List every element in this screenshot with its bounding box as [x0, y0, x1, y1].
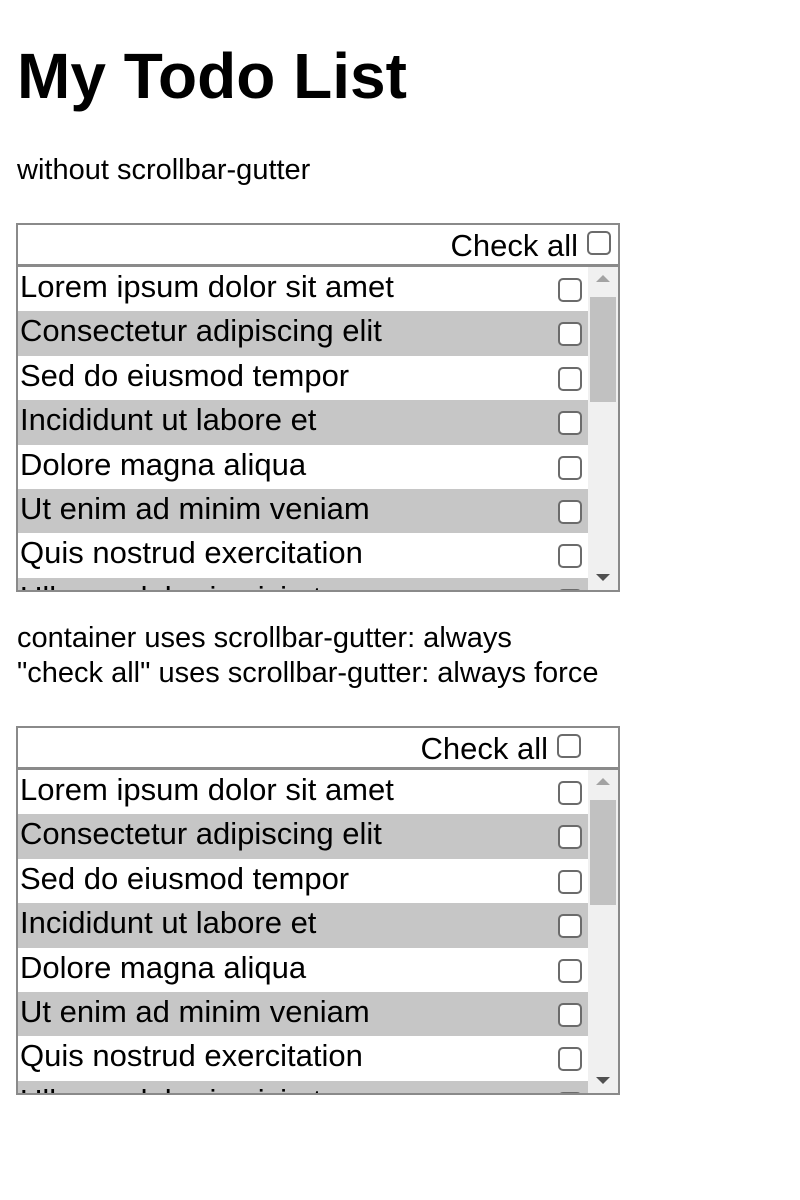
- scroll-down-button[interactable]: [588, 1069, 618, 1093]
- item-checkbox[interactable]: [558, 322, 582, 347]
- item-text: Consectetur adipiscing elit: [20, 313, 382, 349]
- triangle-down-icon: [596, 574, 610, 581]
- item-text: Incididunt ut labore et: [20, 402, 317, 438]
- triangle-up-icon: [596, 778, 610, 785]
- item-checkbox[interactable]: [558, 825, 582, 850]
- vertical-scrollbar[interactable]: [588, 267, 618, 590]
- list-item: Ut enim ad minim veniam: [18, 991, 588, 1037]
- check-all-header: Check all: [18, 225, 618, 267]
- item-checkbox[interactable]: [558, 1047, 582, 1072]
- item-checkbox[interactable]: [558, 499, 582, 524]
- list-item: Consectetur adipiscing elit: [18, 814, 588, 859]
- scrollbar-thumb[interactable]: [590, 800, 616, 905]
- section-1-caption: without scrollbar-gutter: [17, 154, 311, 186]
- scrollbar-thumb[interactable]: [590, 297, 616, 402]
- item-text: Sed do eiusmod tempor: [20, 860, 350, 896]
- item-checkbox[interactable]: [558, 411, 582, 436]
- check-all-checkbox[interactable]: [587, 231, 611, 255]
- list-item: Sed do eiusmod tempor: [18, 859, 588, 903]
- item-checkbox[interactable]: [558, 869, 582, 894]
- list-item: Lorem ipsum dolor sit amet: [18, 267, 588, 311]
- list-item: Incididunt ut labore et: [18, 903, 588, 948]
- todo-widget-2: Check all Lorem ipsum dolor sit amet Con…: [16, 726, 620, 1095]
- item-text: Ut enim ad minim veniam: [20, 993, 370, 1029]
- section-2-caption-line-1: container uses scrollbar-gutter: always: [17, 622, 512, 654]
- item-text: Incididunt ut labore et: [20, 905, 317, 941]
- check-all-header: Check all: [18, 728, 618, 770]
- list-item: Dolore magna aliqua: [18, 948, 588, 992]
- todo-rows: Lorem ipsum dolor sit amet Consectetur a…: [18, 267, 588, 590]
- item-checkbox[interactable]: [558, 366, 582, 391]
- check-all-label: Check all: [420, 731, 549, 766]
- item-checkbox[interactable]: [558, 781, 582, 805]
- todo-list[interactable]: Lorem ipsum dolor sit amet Consectetur a…: [18, 267, 618, 590]
- item-checkbox[interactable]: [558, 278, 582, 302]
- list-item: Quis nostrud exercitation: [18, 533, 588, 577]
- item-checkbox[interactable]: [558, 588, 582, 590]
- item-checkbox[interactable]: [558, 958, 582, 983]
- item-text: Dolore magna aliqua: [20, 949, 307, 985]
- check-all-checkbox[interactable]: [557, 734, 581, 758]
- todo-rows: Lorem ipsum dolor sit amet Consectetur a…: [18, 770, 588, 1093]
- list-item: Dolore magna aliqua: [18, 445, 588, 489]
- list-item: Ullamco laboris nisi ut: [18, 1080, 588, 1093]
- triangle-down-icon: [596, 1077, 610, 1084]
- item-text: Consectetur adipiscing elit: [20, 816, 382, 852]
- list-item: Ut enim ad minim veniam: [18, 488, 588, 534]
- item-text: Ut enim ad minim veniam: [20, 490, 370, 526]
- vertical-scrollbar[interactable]: [588, 770, 618, 1093]
- scroll-up-button[interactable]: [588, 770, 618, 794]
- todo-list[interactable]: Lorem ipsum dolor sit amet Consectetur a…: [18, 770, 618, 1093]
- list-item: Ullamco laboris nisi ut: [18, 577, 588, 590]
- list-item: Quis nostrud exercitation: [18, 1036, 588, 1080]
- item-text: Quis nostrud exercitation: [20, 1038, 363, 1074]
- page: My Todo List without scrollbar-gutter Ch…: [0, 0, 800, 1200]
- item-text: Ullamco laboris nisi ut: [20, 580, 322, 590]
- section-2-caption-line-2: "check all" uses scrollbar-gutter: alway…: [17, 657, 599, 689]
- todo-widget-1: Check all Lorem ipsum dolor sit amet Con…: [16, 223, 620, 592]
- item-text: Dolore magna aliqua: [20, 446, 307, 482]
- item-checkbox[interactable]: [558, 455, 582, 480]
- item-text: Ullamco laboris nisi ut: [20, 1083, 322, 1093]
- list-item: Incididunt ut labore et: [18, 400, 588, 445]
- item-text: Sed do eiusmod tempor: [20, 357, 350, 393]
- item-text: Lorem ipsum dolor sit amet: [20, 772, 394, 807]
- check-all-label: Check all: [450, 228, 579, 263]
- item-text: Quis nostrud exercitation: [20, 535, 363, 571]
- section-2-caption: container uses scrollbar-gutter: always "…: [17, 621, 598, 691]
- list-item: Sed do eiusmod tempor: [18, 356, 588, 400]
- item-checkbox[interactable]: [558, 1002, 582, 1027]
- scroll-down-button[interactable]: [588, 566, 618, 590]
- list-item: Consectetur adipiscing elit: [18, 311, 588, 356]
- item-checkbox[interactable]: [558, 1091, 582, 1093]
- item-text: Lorem ipsum dolor sit amet: [20, 269, 394, 304]
- item-checkbox[interactable]: [558, 914, 582, 939]
- scroll-up-button[interactable]: [588, 267, 618, 291]
- page-title: My Todo List: [17, 40, 407, 112]
- item-checkbox[interactable]: [558, 544, 582, 569]
- triangle-up-icon: [596, 275, 610, 282]
- list-item: Lorem ipsum dolor sit amet: [18, 770, 588, 814]
